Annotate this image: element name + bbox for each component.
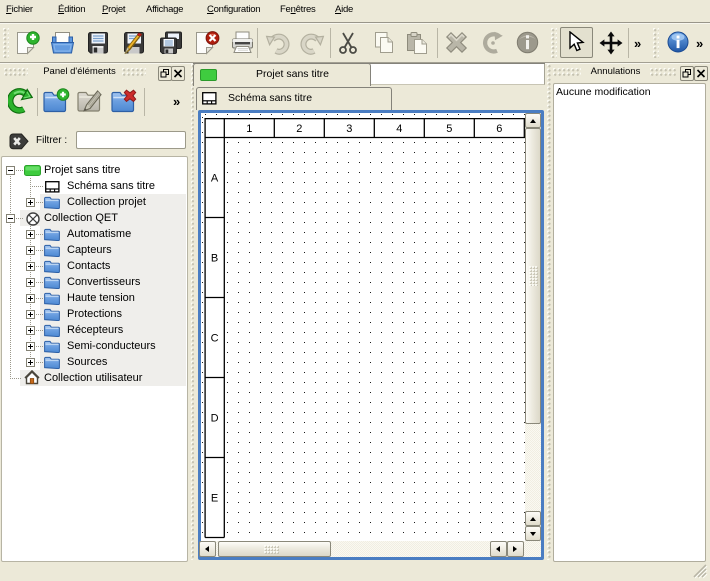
svg-text:E: E xyxy=(211,492,218,504)
svg-text:2: 2 xyxy=(296,123,302,135)
svg-text:D: D xyxy=(211,412,219,424)
svg-text:C: C xyxy=(211,332,219,344)
svg-text:1: 1 xyxy=(246,123,252,135)
svg-text:4: 4 xyxy=(396,123,402,135)
svg-text:B: B xyxy=(211,252,218,264)
svg-text:5: 5 xyxy=(446,123,452,135)
svg-text:3: 3 xyxy=(346,123,352,135)
svg-text:A: A xyxy=(211,172,219,184)
svg-text:6: 6 xyxy=(496,123,502,135)
